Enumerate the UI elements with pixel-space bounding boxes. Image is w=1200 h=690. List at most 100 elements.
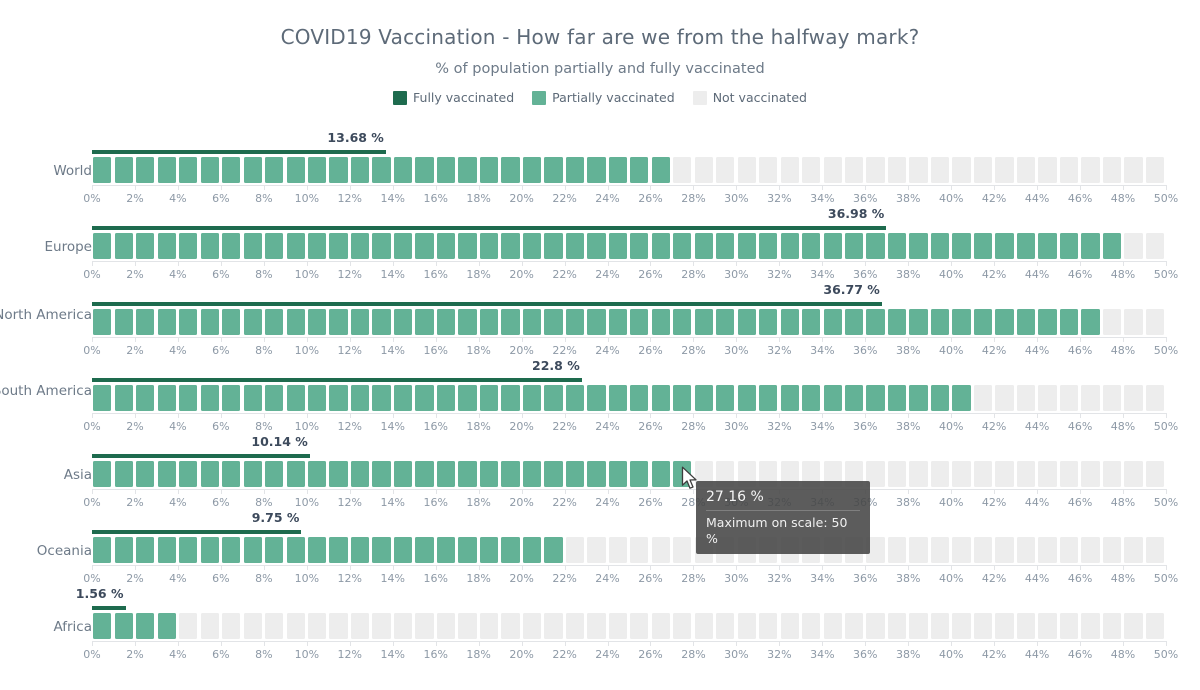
bar-segment[interactable]: [93, 157, 112, 183]
bar-segment[interactable]: [1059, 233, 1079, 259]
segment-bar[interactable]: [92, 385, 1166, 411]
bar-segment[interactable]: [587, 613, 606, 639]
bar-segment[interactable]: [651, 233, 670, 259]
bar-segment[interactable]: [501, 309, 520, 335]
bar-segment[interactable]: [350, 309, 370, 335]
bar-segment[interactable]: [909, 613, 928, 639]
bar-segment[interactable]: [565, 385, 585, 411]
bar-segment[interactable]: [286, 157, 305, 183]
bar-segment[interactable]: [458, 157, 477, 183]
bar-segment[interactable]: [114, 537, 133, 563]
bar-segment[interactable]: [200, 461, 219, 487]
bar-segment[interactable]: [737, 461, 756, 487]
segment-bar[interactable]: [92, 309, 1166, 335]
bar-segment[interactable]: [1124, 461, 1143, 487]
bar-segment[interactable]: [1102, 537, 1122, 563]
bar-segment[interactable]: [350, 613, 370, 639]
bar-segment[interactable]: [887, 385, 907, 411]
bar-segment[interactable]: [1102, 309, 1122, 335]
bar-segment[interactable]: [716, 613, 735, 639]
bar-segment[interactable]: [651, 309, 670, 335]
bar-segment[interactable]: [845, 537, 864, 563]
bar-segment[interactable]: [522, 537, 542, 563]
bar-segment[interactable]: [93, 385, 112, 411]
bar-segment[interactable]: [930, 461, 950, 487]
bar-segment[interactable]: [458, 461, 477, 487]
bar-segment[interactable]: [136, 537, 155, 563]
bar-segment[interactable]: [136, 461, 155, 487]
bar-segment[interactable]: [866, 157, 885, 183]
bar-segment[interactable]: [436, 461, 456, 487]
bar-segment[interactable]: [673, 385, 692, 411]
bar-segment[interactable]: [522, 613, 542, 639]
bar-segment[interactable]: [372, 385, 391, 411]
bar-segment[interactable]: [845, 385, 864, 411]
bar-segment[interactable]: [243, 233, 262, 259]
segment-bar[interactable]: [92, 233, 1166, 259]
bar-segment[interactable]: [436, 157, 456, 183]
bar-segment[interactable]: [866, 385, 885, 411]
bar-segment[interactable]: [222, 233, 241, 259]
bar-segment[interactable]: [823, 537, 842, 563]
bar-segment[interactable]: [222, 157, 241, 183]
bar-segment[interactable]: [780, 233, 799, 259]
bar-segment[interactable]: [737, 233, 756, 259]
bar-segment[interactable]: [308, 613, 327, 639]
bar-segment[interactable]: [286, 309, 305, 335]
bar-segment[interactable]: [1145, 613, 1164, 639]
bar-segment[interactable]: [157, 157, 176, 183]
bar-segment[interactable]: [415, 537, 434, 563]
bar-segment[interactable]: [222, 385, 241, 411]
bar-segment[interactable]: [265, 613, 284, 639]
bar-segment[interactable]: [1016, 537, 1036, 563]
bar-segment[interactable]: [350, 537, 370, 563]
bar-segment[interactable]: [265, 157, 284, 183]
bar-segment[interactable]: [866, 461, 885, 487]
bar-segment[interactable]: [716, 233, 735, 259]
bar-segment[interactable]: [114, 385, 133, 411]
bar-segment[interactable]: [716, 461, 735, 487]
bar-segment[interactable]: [1124, 233, 1143, 259]
bar-segment[interactable]: [673, 233, 692, 259]
bar-segment[interactable]: [393, 385, 413, 411]
bar-segment[interactable]: [1038, 613, 1057, 639]
row-track[interactable]: 36.77 % 0% 2% 4% 6% 8% 10% 12% 14% 16% 18% 20% 22% 24…: [83, 282, 1178, 358]
bar-segment[interactable]: [1124, 613, 1143, 639]
bar-segment[interactable]: [780, 309, 799, 335]
bar-segment[interactable]: [1081, 157, 1100, 183]
bar-segment[interactable]: [694, 613, 713, 639]
bar-segment[interactable]: [136, 157, 155, 183]
bar-segment[interactable]: [1016, 385, 1036, 411]
bar-segment[interactable]: [179, 613, 198, 639]
legend-item-partially-vaccinated[interactable]: Partially vaccinated: [532, 90, 675, 105]
bar-segment[interactable]: [1038, 309, 1057, 335]
bar-segment[interactable]: [759, 233, 778, 259]
bar-segment[interactable]: [930, 613, 950, 639]
bar-segment[interactable]: [200, 613, 219, 639]
bar-segment[interactable]: [673, 157, 692, 183]
bar-segment[interactable]: [329, 385, 348, 411]
bar-segment[interactable]: [973, 461, 993, 487]
bar-segment[interactable]: [200, 385, 219, 411]
bar-segment[interactable]: [372, 157, 391, 183]
bar-segment[interactable]: [222, 309, 241, 335]
bar-segment[interactable]: [114, 613, 133, 639]
bar-segment[interactable]: [544, 613, 563, 639]
bar-segment[interactable]: [522, 461, 542, 487]
bar-segment[interactable]: [1081, 309, 1100, 335]
bar-segment[interactable]: [114, 461, 133, 487]
bar-segment[interactable]: [930, 157, 950, 183]
bar-segment[interactable]: [587, 233, 606, 259]
bar-segment[interactable]: [930, 537, 950, 563]
bar-segment[interactable]: [802, 233, 821, 259]
bar-segment[interactable]: [823, 233, 842, 259]
bar-segment[interactable]: [845, 157, 864, 183]
bar-segment[interactable]: [522, 233, 542, 259]
bar-segment[interactable]: [372, 309, 391, 335]
bar-segment[interactable]: [479, 537, 499, 563]
bar-segment[interactable]: [845, 613, 864, 639]
bar-segment[interactable]: [372, 613, 391, 639]
bar-segment[interactable]: [1145, 461, 1164, 487]
bar-segment[interactable]: [1102, 461, 1122, 487]
bar-segment[interactable]: [694, 385, 713, 411]
